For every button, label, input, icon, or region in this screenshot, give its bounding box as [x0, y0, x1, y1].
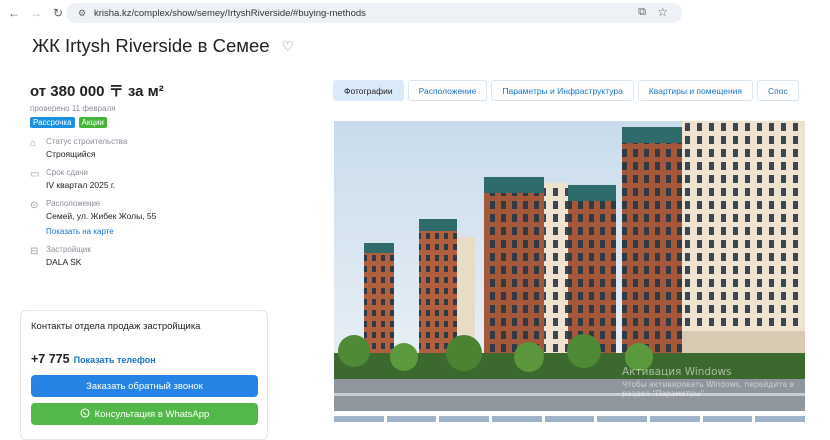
show-phone-link[interactable]: Показать телефон	[74, 355, 156, 365]
whatsapp-icon	[80, 407, 90, 421]
price-checked-date: проверено 11 февраля	[30, 104, 116, 113]
phone-number: +7 775	[31, 352, 70, 366]
thumbnail[interactable]	[702, 416, 753, 422]
windows-activation-watermark: Активация Windows Чтобы активировать Win…	[622, 366, 794, 398]
callback-button[interactable]: Заказать обратный звонок	[31, 375, 258, 397]
thumbnail[interactable]	[334, 416, 384, 422]
watermark-line-2: Чтобы активировать Windows, перейдите в	[622, 380, 795, 389]
home-icon: ⌂	[30, 138, 37, 149]
thumbnail[interactable]	[650, 416, 700, 422]
deadline-value: IV квартал 2025 г.	[46, 180, 116, 190]
back-icon[interactable]: ←	[6, 5, 22, 21]
promo-badge[interactable]: Акции	[78, 117, 107, 128]
photo-thumbnails	[334, 416, 806, 422]
contact-title: Контакты отдела продаж застройщика	[31, 321, 201, 332]
developer-label: Застройщик	[46, 245, 91, 254]
thumbnail[interactable]	[755, 416, 806, 422]
tab-photos[interactable]: Фотографии	[333, 80, 404, 101]
construction-status: ⌂ Статус строительства Строящийся	[30, 137, 270, 159]
section-tabs: Фотографии Расположение Параметры и Инфр…	[333, 80, 830, 101]
thumbnail[interactable]	[439, 416, 490, 422]
thumbnail[interactable]	[386, 416, 437, 422]
thumbnail[interactable]	[492, 416, 542, 422]
tab-apartments[interactable]: Квартиры и помещения	[637, 80, 754, 101]
cast-icon[interactable]: ⧉	[638, 6, 646, 19]
location: ⊙ Расположение Семей, ул. Жибек Жолы, 55…	[30, 199, 270, 236]
address-bar[interactable]: ⚙ krisha.kz/complex/show/semey/IrtyshRiv…	[66, 3, 682, 23]
location-value: Семей, ул. Жибек Жолы, 55	[46, 211, 157, 221]
developer: ⊟ Застройщик DALA SK	[30, 245, 270, 267]
complex-info: от 380 000 〒 за м² проверено 11 февраля …	[30, 80, 270, 267]
contact-card: Контакты отдела продаж застройщика +7 77…	[20, 310, 268, 440]
favorite-heart-icon[interactable]: ♡	[282, 38, 295, 55]
status-value: Строящийся	[46, 149, 96, 159]
whatsapp-button-label: Консультация в WhatsApp	[94, 408, 210, 420]
deadline: ▭ Срок сдачи IV квартал 2025 г.	[30, 168, 270, 190]
forward-icon[interactable]: →	[28, 5, 44, 21]
developer-icon: ⊟	[30, 246, 39, 257]
bookmark-star-icon[interactable]: ☆	[657, 5, 668, 19]
location-pin-icon: ⊙	[30, 200, 39, 211]
site-info-icon[interactable]: ⚙	[76, 7, 88, 19]
tab-buying-methods[interactable]: Спос	[757, 80, 799, 101]
thumbnail[interactable]	[597, 416, 648, 422]
url-text: krisha.kz/complex/show/semey/IrtyshRiver…	[94, 7, 366, 19]
callback-button-label: Заказать обратный звонок	[86, 380, 203, 392]
show-on-map-link[interactable]: Показать на карте	[46, 227, 156, 236]
installment-badge[interactable]: Рассрочка	[30, 117, 75, 128]
tab-parameters[interactable]: Параметры и Инфраструктура	[491, 80, 634, 101]
deadline-label: Срок сдачи	[46, 168, 88, 177]
watermark-line-3: раздел "Параметры".	[622, 389, 707, 398]
phone-row: +7 775 Показать телефон	[31, 352, 257, 366]
location-label: Расположение	[46, 199, 101, 208]
page-title-row: ЖК Irtysh Riverside в Семее ♡	[32, 35, 294, 57]
price: от 380 000 〒 за м²	[30, 83, 164, 100]
reload-icon[interactable]: ↻	[50, 5, 66, 21]
watermark-title: Активация Windows	[622, 366, 732, 378]
tab-location[interactable]: Расположение	[407, 80, 488, 101]
calendar-icon: ▭	[30, 169, 40, 180]
thumbnail[interactable]	[544, 416, 595, 422]
developer-value: DALA SK	[46, 257, 82, 267]
browser-toolbar: ← → ↻ ⚙ krisha.kz/complex/show/semey/Irt…	[0, 0, 830, 26]
badges: Рассрочка Акции	[30, 117, 270, 128]
page-title: ЖК Irtysh Riverside в Семее	[32, 35, 270, 56]
status-label: Статус строительства	[46, 137, 128, 146]
